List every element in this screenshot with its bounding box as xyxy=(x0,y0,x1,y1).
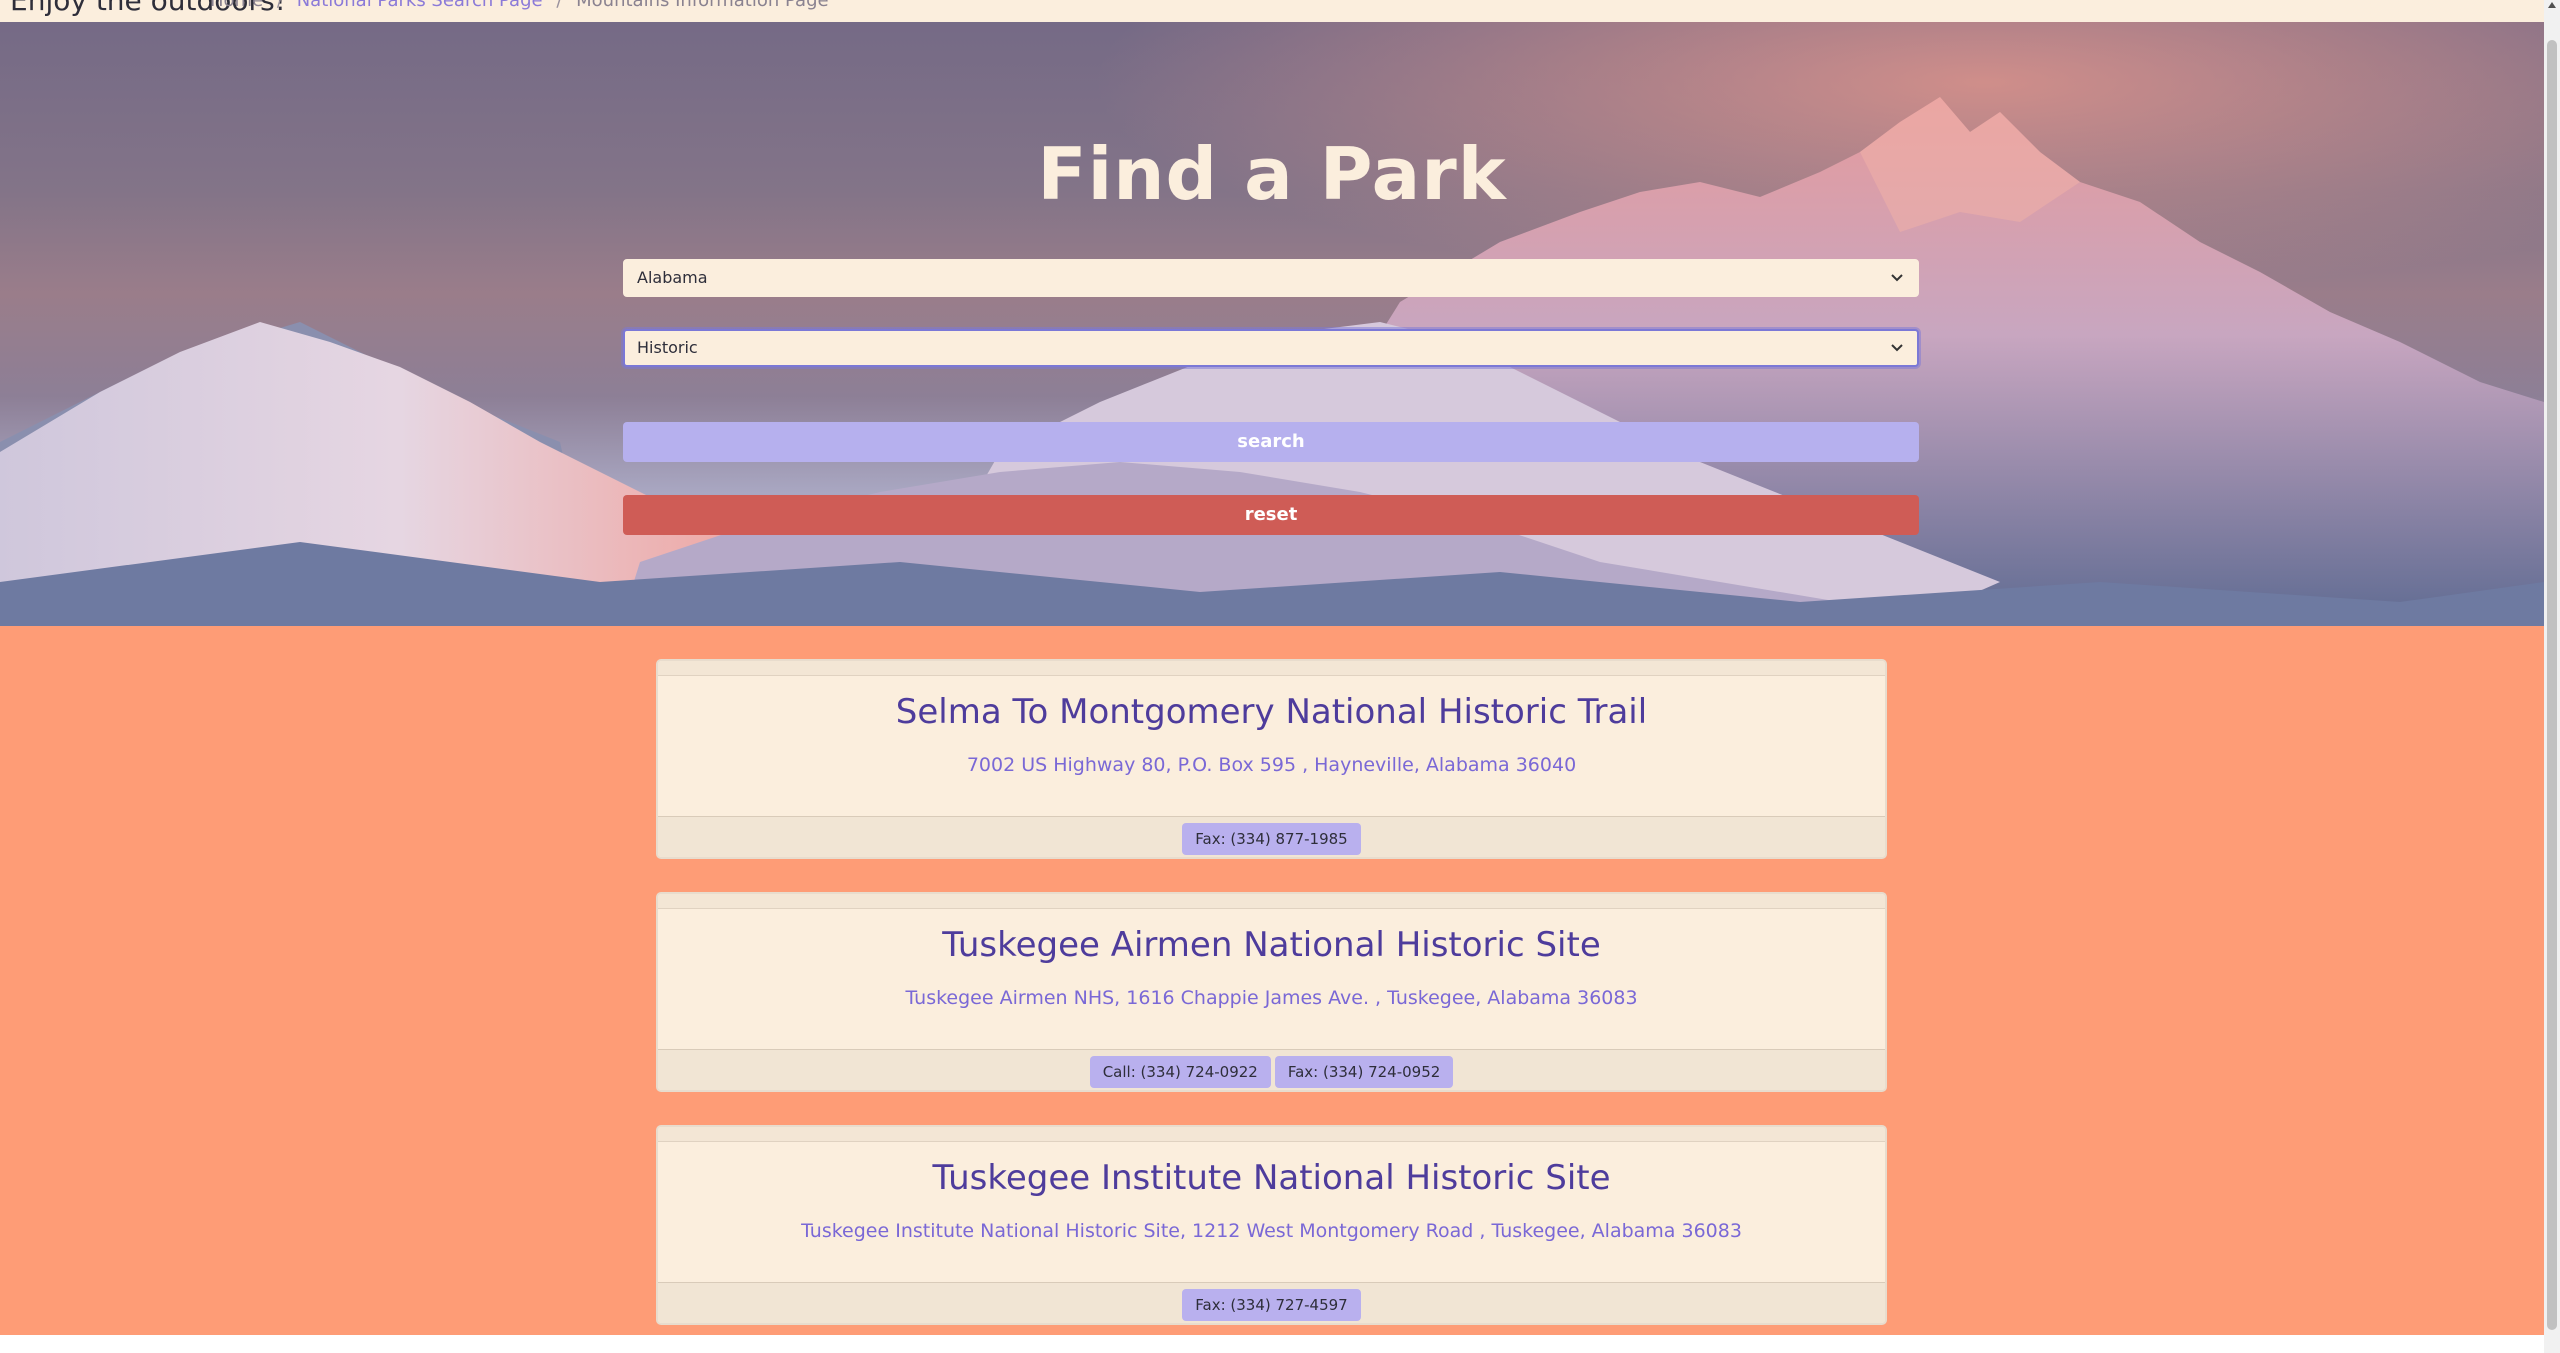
park-type-select-value: Historic xyxy=(637,338,698,357)
park-address: Tuskegee Airmen NHS, 1616 Chappie James … xyxy=(905,987,1638,1009)
card-footer: Fax: (334) 727-4597 xyxy=(658,1282,1885,1323)
chevron-down-icon xyxy=(1891,274,1903,282)
hero-banner: Find a Park Alabama Historic search rese… xyxy=(0,22,2544,626)
park-result-card: Tuskegee Institute National Historic Sit… xyxy=(656,1125,1887,1325)
top-navbar: Enjoy the outdoors! Home / National Park… xyxy=(0,0,2544,22)
park-address: 7002 US Highway 80, P.O. Box 595 , Hayne… xyxy=(966,754,1577,776)
fax-badge: Fax: (334) 727-4597 xyxy=(1182,1289,1361,1321)
breadcrumb-mountains-info[interactable]: Mountains Information Page xyxy=(576,0,828,11)
breadcrumb-separator: / xyxy=(556,0,563,11)
card-header xyxy=(658,661,1885,676)
scrollbar-thumb[interactable] xyxy=(2547,40,2557,1330)
phone-badge: Call: (334) 724-0922 xyxy=(1089,1056,1271,1088)
breadcrumb-parks-search[interactable]: National Parks Search Page xyxy=(297,0,543,11)
page: Enjoy the outdoors! Home / National Park… xyxy=(0,0,2544,1353)
breadcrumb-home[interactable]: Home xyxy=(210,0,263,11)
state-select-value: Alabama xyxy=(637,268,708,287)
park-result-card: Selma To Montgomery National Historic Tr… xyxy=(656,659,1887,859)
park-name: Tuskegee Institute National Historic Sit… xyxy=(932,1158,1611,1198)
scroll-up-arrow-icon[interactable] xyxy=(2548,2,2556,8)
chevron-down-icon xyxy=(1891,344,1903,352)
vertical-scrollbar[interactable] xyxy=(2544,0,2560,1353)
page-title: Find a Park xyxy=(1037,132,1507,216)
park-name: Selma To Montgomery National Historic Tr… xyxy=(895,692,1648,732)
state-select[interactable]: Alabama xyxy=(623,259,1919,297)
mountain-background-image xyxy=(0,22,2544,626)
park-result-card: Tuskegee Airmen National Historic Site T… xyxy=(656,892,1887,1092)
window-bottom-edge xyxy=(0,1335,2544,1353)
card-footer: Call: (334) 724-0922 Fax: (334) 724-0952 xyxy=(658,1049,1885,1090)
fax-badge: Fax: (334) 877-1985 xyxy=(1182,823,1361,855)
card-footer: Fax: (334) 877-1985 xyxy=(658,816,1885,857)
park-address: Tuskegee Institute National Historic Sit… xyxy=(801,1220,1742,1242)
park-name: Tuskegee Airmen National Historic Site xyxy=(942,925,1601,965)
fax-badge: Fax: (334) 724-0952 xyxy=(1274,1056,1454,1088)
breadcrumb-separator: / xyxy=(276,0,283,11)
breadcrumb: Home / National Parks Search Page / Moun… xyxy=(210,0,829,11)
search-button[interactable]: search xyxy=(623,422,1919,462)
card-header xyxy=(658,894,1885,909)
park-type-select[interactable]: Historic xyxy=(623,329,1919,367)
reset-button[interactable]: reset xyxy=(623,495,1919,535)
card-header xyxy=(658,1127,1885,1142)
